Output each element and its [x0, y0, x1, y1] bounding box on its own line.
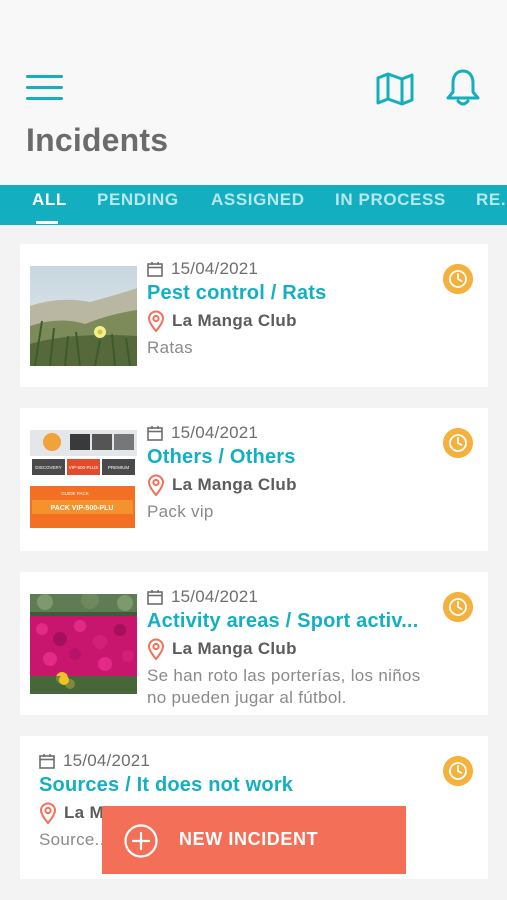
incident-title: Sources / It does not work	[39, 774, 294, 796]
incident-title: Pest control / Rats	[147, 282, 327, 304]
incident-date: 15/04/2021	[171, 423, 259, 442]
tab-in-process[interactable]: IN PROCESS	[335, 190, 446, 210]
map-icon[interactable]	[375, 71, 415, 107]
calendar-icon	[147, 262, 163, 277]
incident-title: Others / Others	[147, 446, 296, 468]
incident-description: Pack vip	[147, 502, 214, 521]
incident-list[interactable]: 15/04/2021 Pest control / Rats La Manga …	[0, 225, 507, 900]
incident-location: La Manga Club	[172, 475, 297, 494]
plus-circle-icon	[124, 824, 158, 858]
incident-thumbnail	[30, 594, 137, 694]
tab-pending[interactable]: PENDING	[97, 190, 179, 210]
incident-date: 15/04/2021	[171, 587, 259, 606]
tab-assigned[interactable]: ASSIGNED	[211, 190, 305, 210]
status-tabs: ALL PENDING ASSIGNED IN PROCESS RE...	[0, 185, 507, 225]
hamburger-menu-icon[interactable]	[26, 75, 64, 101]
tab-rejected[interactable]: RE...	[476, 190, 507, 210]
tab-all[interactable]: ALL	[32, 190, 67, 210]
incident-date: 15/04/2021	[171, 259, 259, 278]
page-title: Incidents	[26, 122, 169, 158]
incident-thumbnail	[30, 266, 137, 366]
new-incident-label: NEW INCIDENT	[179, 829, 319, 849]
clock-icon	[443, 756, 473, 786]
flyer-banner: PACK VIP-500-PLU	[51, 505, 114, 512]
new-incident-button[interactable]: NEW INCIDENT	[102, 806, 406, 874]
incident-card[interactable]: 15/04/2021 Activity areas / Sport activ.…	[20, 572, 488, 715]
flyer-tier-1: DISCOVERY	[35, 465, 61, 470]
incident-description: Se han roto las porterías, los niños no …	[147, 666, 421, 707]
location-pin-icon	[39, 802, 57, 824]
flyer-tag: GUIDE PACK	[61, 491, 88, 496]
incident-card[interactable]: DISCOVERY VIP-500-PLUS PREMIUM GUIDE PAC…	[20, 408, 488, 551]
location-pin-icon	[147, 638, 165, 660]
bell-icon[interactable]	[445, 68, 481, 108]
location-pin-icon	[147, 474, 165, 496]
calendar-icon	[147, 590, 163, 605]
location-pin-icon	[147, 310, 165, 332]
calendar-icon	[39, 754, 55, 769]
incident-description: Ratas	[147, 338, 193, 357]
incident-thumbnail: DISCOVERY VIP-500-PLUS PREMIUM GUIDE PAC…	[30, 430, 137, 530]
calendar-icon	[147, 426, 163, 441]
clock-icon	[443, 428, 473, 458]
clock-icon	[443, 592, 473, 622]
incident-info: 15/04/2021 Activity areas / Sport activ.…	[147, 586, 442, 709]
incident-card[interactable]: 15/04/2021 Pest control / Rats La Manga …	[20, 244, 488, 387]
incident-info: 15/04/2021 Pest control / Rats La Manga …	[147, 258, 442, 359]
incident-location: La Manga Club	[172, 639, 297, 658]
flyer-tier-3: PREMIUM	[108, 465, 130, 470]
incident-info: 15/04/2021 Others / Others La Manga Club…	[147, 422, 442, 523]
clock-icon	[443, 264, 473, 294]
app-header: Incidents	[0, 0, 507, 185]
incident-title: Activity areas / Sport activ...	[147, 610, 419, 632]
active-tab-indicator	[36, 221, 58, 224]
incident-date: 15/04/2021	[63, 751, 151, 770]
flyer-tier-2: VIP-500-PLUS	[69, 465, 99, 470]
incident-location: La Manga Club	[172, 311, 297, 330]
